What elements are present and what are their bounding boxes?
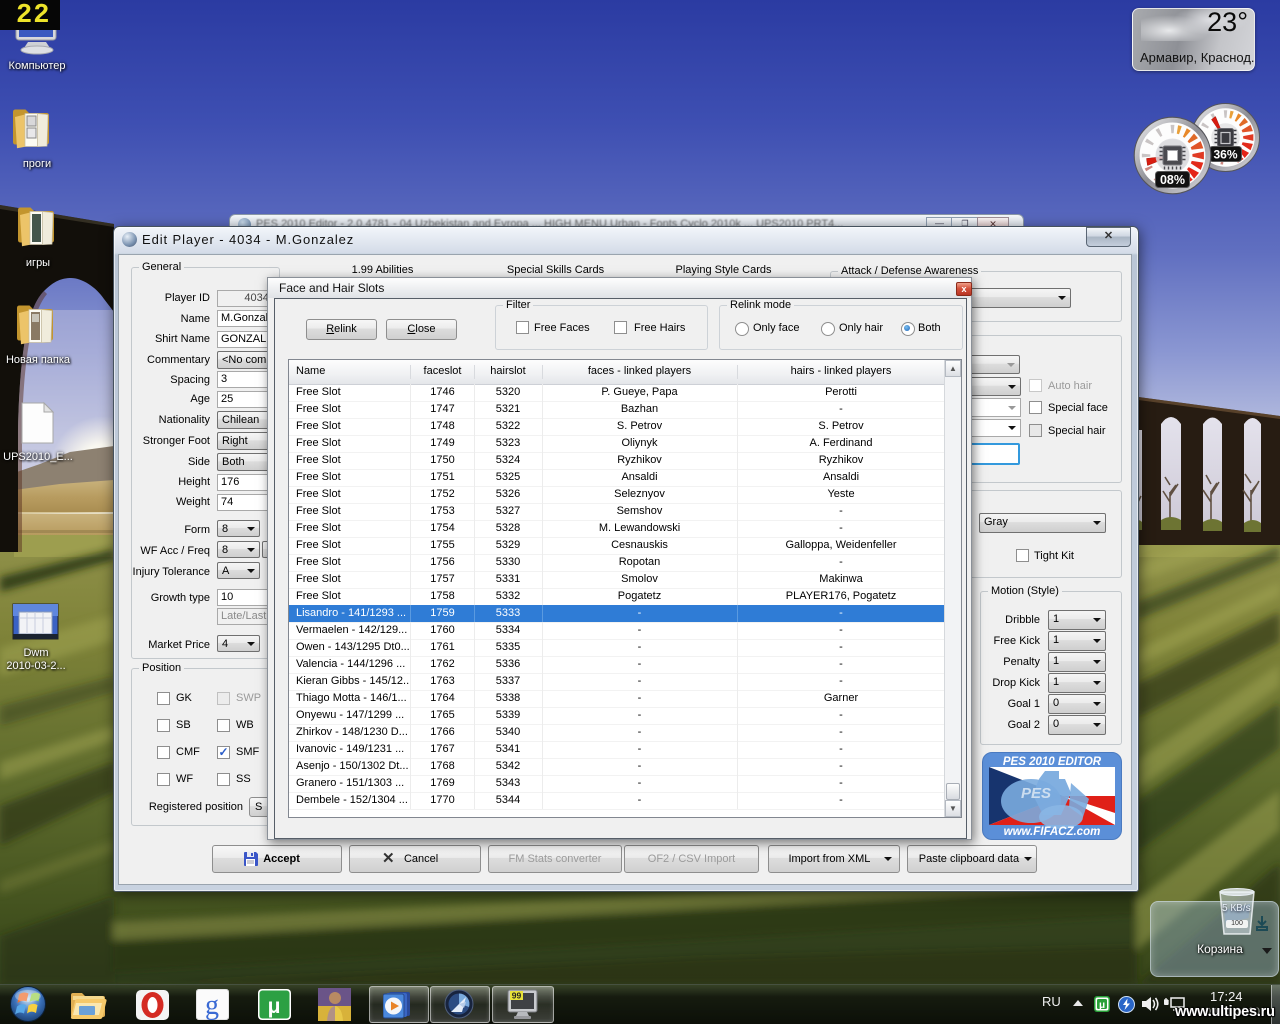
svg-text:www.FIFACZ.com: www.FIFACZ.com: [1004, 826, 1101, 838]
svg-text:99: 99: [512, 991, 522, 1001]
svg-text:PES: PES: [1021, 785, 1051, 802]
svg-text:36%: 36%: [1213, 148, 1237, 162]
svg-text:08%: 08%: [1160, 173, 1185, 187]
svg-text:μ: μ: [1099, 1000, 1105, 1011]
svg-text:μ: μ: [268, 995, 281, 1018]
svg-text:g: g: [205, 990, 219, 1020]
svg-text:PES 2010 EDITOR: PES 2010 EDITOR: [1003, 756, 1102, 768]
